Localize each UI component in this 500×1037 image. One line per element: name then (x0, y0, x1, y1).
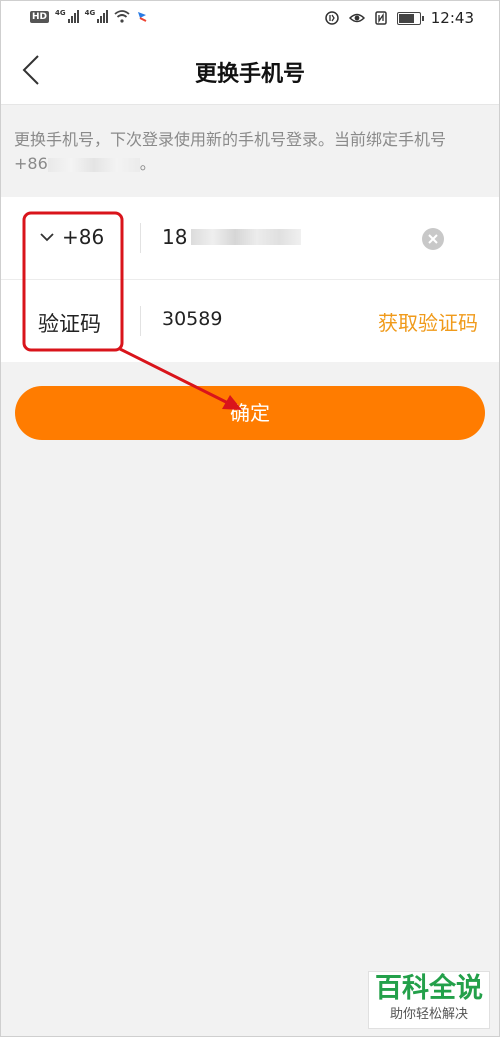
verification-code-input[interactable]: 30589 (162, 308, 222, 330)
status-bar: HD 4G 4G 12:43 (0, 0, 500, 36)
page-title: 更换手机号 (194, 62, 305, 87)
cell-signal-icon-2: 4G (85, 9, 109, 23)
country-code-selector[interactable]: +86 (40, 225, 104, 249)
chevron-down-icon (40, 233, 54, 242)
eye-comfort-icon (348, 13, 365, 23)
nfc-icon (375, 11, 387, 25)
watermark-subtitle: 助你轻松解决 (389, 1007, 468, 1022)
phone-input[interactable]: 18 (162, 225, 302, 249)
confirm-button[interactable]: 确定 (15, 386, 485, 440)
battery-icon (396, 11, 424, 25)
verification-code-row: 验证码 30589 获取验证码 (0, 280, 500, 362)
status-left: HD 4G 4G (30, 9, 148, 23)
watermark-logo: 百科全说 助你轻松解决 (368, 971, 490, 1029)
watermark-title: 百科全说 (375, 973, 483, 1004)
data-saver-icon (325, 11, 339, 25)
clear-input-button[interactable] (422, 228, 444, 250)
description-suffix: 。 (139, 154, 156, 173)
nav-bar: 更换手机号 (0, 36, 500, 105)
wifi-icon (114, 10, 130, 23)
hd-badge: HD (30, 11, 50, 23)
phone-input-value: 18 (162, 225, 188, 249)
app-notification-icon (138, 12, 147, 22)
masked-phone-digits (191, 229, 302, 245)
phone-form: +86 18 验证码 30589 获取验证码 (0, 197, 500, 362)
divider (140, 306, 141, 336)
close-icon (428, 234, 438, 244)
status-time: 12:43 (430, 9, 474, 27)
verification-code-label: 验证码 (38, 312, 101, 336)
country-code-label: +86 (62, 225, 105, 249)
description-text: 更换手机号，下次登录使用新的手机号登录。当前绑定手机号 +86。 (14, 128, 484, 176)
get-code-button[interactable]: 获取验证码 (378, 307, 478, 336)
status-right: 12:43 (325, 9, 474, 27)
divider (140, 223, 141, 253)
masked-phone-number (47, 157, 140, 172)
cell-signal-icon-1: 4G (55, 9, 79, 23)
